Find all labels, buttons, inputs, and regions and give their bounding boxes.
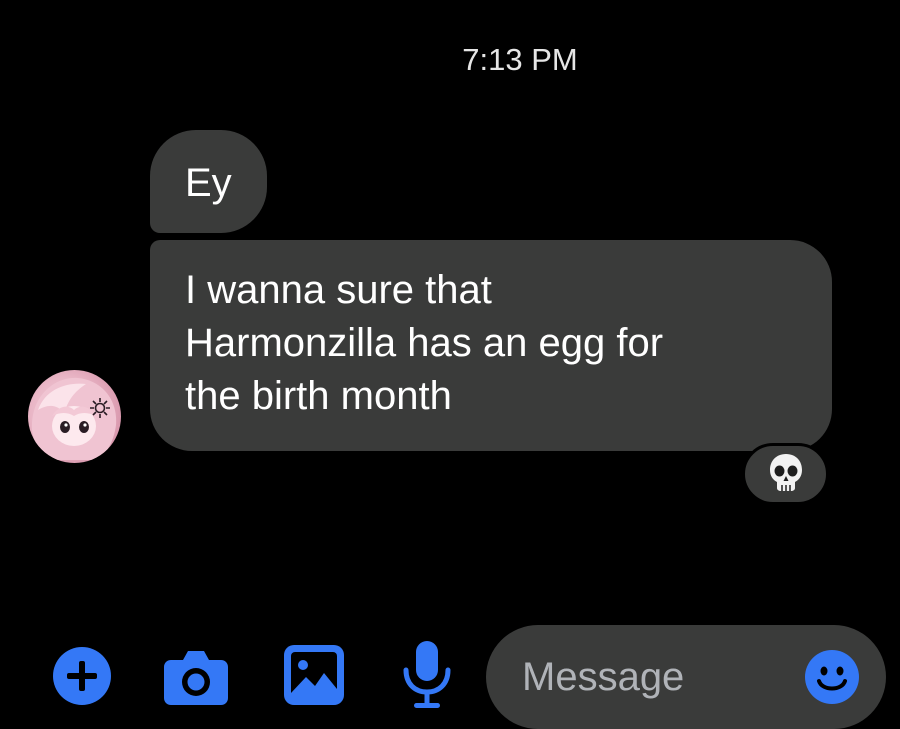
message-line-1: I wanna sure that	[185, 268, 492, 312]
message-reaction[interactable]	[742, 443, 829, 505]
message-bubble-greeting[interactable]: Ey	[150, 130, 267, 233]
message-composer[interactable]	[486, 625, 886, 729]
message-timestamp: 7:13 PM	[462, 42, 578, 77]
message-input[interactable]	[522, 649, 802, 705]
message-line-3: the birth month	[185, 374, 452, 418]
camera-icon[interactable]	[163, 646, 229, 706]
emoji-icon[interactable]	[804, 649, 860, 705]
message-line-2: Harmonzilla has an egg for	[185, 321, 664, 365]
microphone-icon[interactable]	[400, 640, 454, 710]
contact-avatar[interactable]	[28, 370, 121, 463]
skull-emoji-icon	[768, 452, 804, 497]
message-bubble-harmonzilla[interactable]: I wanna sure that Harmonzilla has an egg…	[150, 240, 832, 451]
gallery-icon[interactable]	[282, 643, 346, 707]
plus-icon[interactable]	[52, 646, 112, 706]
message-text: Ey	[185, 161, 232, 205]
